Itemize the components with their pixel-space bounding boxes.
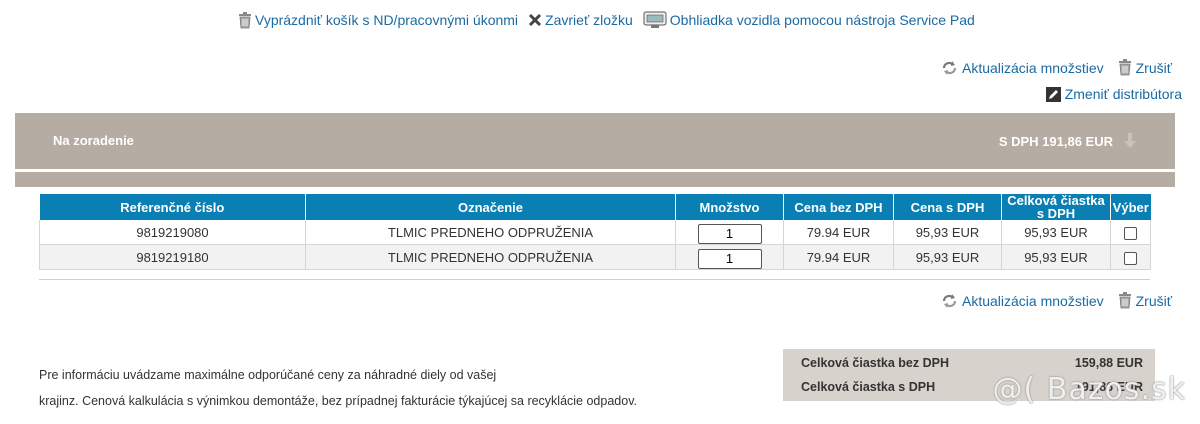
empty-cart-link[interactable]: Vyprázdniť košík s ND/pracovnými úkonmi <box>238 11 518 29</box>
cell-total: 95,93 EUR <box>1001 244 1111 270</box>
cell-name: TLMIC PREDNEHO ODPRUŽENIA <box>305 220 676 245</box>
table-divider <box>39 279 1150 280</box>
arrow-down-icon[interactable] <box>1123 133 1137 149</box>
cell-select <box>1110 220 1151 245</box>
cancel-link-top[interactable]: Zrušiť <box>1118 59 1172 76</box>
monitor-icon <box>643 11 667 29</box>
price-note: Pre informáciu uvádzame maximálne odporú… <box>39 362 759 414</box>
cell-price-gross: 95,93 EUR <box>893 244 1002 270</box>
total-gross-label: Celková čiastka s DPH <box>801 380 936 394</box>
cancel-link-bottom[interactable]: Zrušiť <box>1118 292 1172 309</box>
vehicle-inspection-label[interactable]: Obhliadka vozidla pomocou nástroja Servi… <box>670 12 975 28</box>
banner-label: Na zoradenie <box>53 133 134 148</box>
cell-price-net: 79.94 EUR <box>783 244 894 270</box>
total-net-label: Celková čiastka bez DPH <box>801 356 949 370</box>
col-price-gross: Cena s DPH <box>893 194 1002 220</box>
cell-price-net: 79.94 EUR <box>783 220 894 245</box>
quantity-input[interactable] <box>697 223 762 244</box>
cancel-label[interactable]: Zrušiť <box>1136 60 1172 76</box>
table-header: Referenčné číslo Označenie Množstvo Cena… <box>39 194 1151 220</box>
close-x-icon <box>528 13 542 27</box>
distributor-actions: Zmeniť distribútora <box>1045 86 1182 102</box>
cart-table: Referenčné číslo Označenie Množstvo Cena… <box>39 194 1151 270</box>
trash-icon <box>1118 59 1132 76</box>
quantity-input[interactable] <box>697 248 762 269</box>
col-select: Výber <box>1110 194 1151 220</box>
order-banner: Na zoradenie S DPH 191,86 EUR <box>15 113 1175 169</box>
banner-total-value: S DPH 191,86 EUR <box>998 133 1113 149</box>
note-line-1: Pre informáciu uvádzame maximálne odporú… <box>39 368 497 382</box>
watermark: @( Bazos.sk <box>992 372 1186 407</box>
select-checkbox[interactable] <box>1124 226 1137 240</box>
cell-qty <box>675 244 784 270</box>
change-distributor-label[interactable]: Zmeniť distribútora <box>1065 86 1182 102</box>
col-price-net: Cena bez DPH <box>783 194 894 220</box>
note-line-2: krajinz. Cenová kalkulácia s výnimkou de… <box>39 394 637 408</box>
table-row: 9819219180 TLMIC PREDNEHO ODPRUŽENIA 79.… <box>39 244 1151 270</box>
vehicle-inspection-link[interactable]: Obhliadka vozidla pomocou nástroja Servi… <box>643 11 975 29</box>
col-total: Celková čiastka s DPH <box>1001 194 1111 220</box>
update-qty-label[interactable]: Aktualizácia množstiev <box>962 293 1104 309</box>
cell-select <box>1110 244 1151 270</box>
close-folder-link[interactable]: Zavrieť zložku <box>528 12 633 28</box>
cell-total: 95,93 EUR <box>1001 220 1111 245</box>
total-net-value: 159,88 EUR <box>1074 356 1143 370</box>
top-links: Vyprázdniť košík s ND/pracovnými úkonmi … <box>238 11 975 29</box>
refresh-icon <box>941 293 958 309</box>
cell-name: TLMIC PREDNEHO ODPRUŽENIA <box>305 244 676 270</box>
refresh-icon <box>941 60 958 76</box>
col-name: Označenie <box>305 194 676 220</box>
cell-ref: 9819219180 <box>39 244 306 270</box>
trash-icon <box>238 11 252 29</box>
actions-bottom: Aktualizácia množstiev Zrušiť <box>941 292 1172 309</box>
update-qty-link-bottom[interactable]: Aktualizácia množstiev <box>941 293 1104 309</box>
edit-icon <box>1045 86 1061 102</box>
cancel-label[interactable]: Zrušiť <box>1136 293 1172 309</box>
change-distributor-link[interactable]: Zmeniť distribútora <box>1045 86 1182 102</box>
banner-bottom-strip <box>15 172 1175 187</box>
select-checkbox[interactable] <box>1124 251 1137 265</box>
col-ref: Referenčné číslo <box>39 194 306 220</box>
update-qty-link-top[interactable]: Aktualizácia množstiev <box>941 60 1104 76</box>
close-folder-label[interactable]: Zavrieť zložku <box>545 12 633 28</box>
total-net-row: Celková čiastka bez DPH 159,88 EUR <box>801 356 1143 370</box>
banner-total: S DPH 191,86 EUR <box>999 133 1137 149</box>
actions-top: Aktualizácia množstiev Zrušiť <box>941 59 1172 76</box>
trash-icon <box>1118 292 1132 309</box>
table-row: 9819219080 TLMIC PREDNEHO ODPRUŽENIA 79.… <box>39 220 1151 245</box>
empty-cart-label[interactable]: Vyprázdniť košík s ND/pracovnými úkonmi <box>255 12 518 28</box>
cell-qty <box>675 220 784 245</box>
cell-price-gross: 95,93 EUR <box>893 220 1002 245</box>
update-qty-label[interactable]: Aktualizácia množstiev <box>962 60 1104 76</box>
col-qty: Množstvo <box>675 194 784 220</box>
cell-ref: 9819219080 <box>39 220 306 245</box>
